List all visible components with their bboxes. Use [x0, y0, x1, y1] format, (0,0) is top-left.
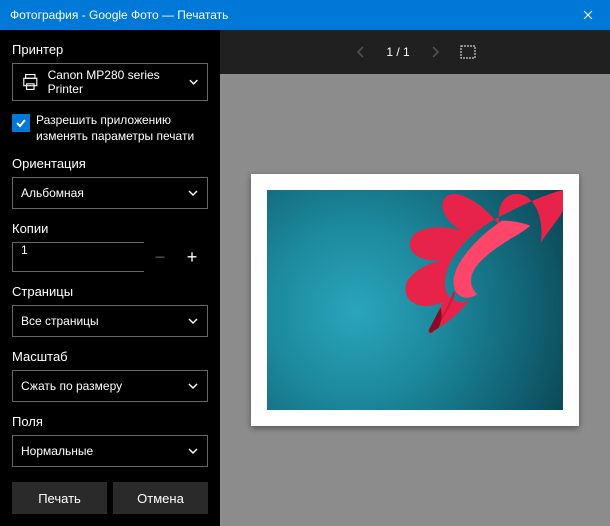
pages-dropdown[interactable]: Все страницы — [12, 305, 208, 337]
fit-icon — [460, 45, 476, 59]
orientation-label: Ориентация — [12, 156, 208, 171]
copies-decrement[interactable]: − — [144, 242, 176, 272]
printer-group: Принтер Canon MP280 series Printer — [12, 42, 208, 101]
page-indicator: 1 / 1 — [386, 45, 409, 59]
arrow-left-icon — [354, 45, 368, 59]
next-page-button[interactable] — [428, 45, 442, 59]
controls-area: Принтер Canon MP280 series Printer Разре… — [12, 42, 208, 470]
photo-preview — [267, 190, 563, 410]
allow-app-label: Разрешить приложению изменять параметры … — [36, 113, 208, 144]
copies-increment[interactable]: + — [176, 242, 208, 272]
scale-group: Масштаб Сжать по размеру — [12, 349, 208, 402]
pages-group: Страницы Все страницы — [12, 284, 208, 337]
orientation-group: Ориентация Альбомная — [12, 156, 208, 209]
margins-label: Поля — [12, 414, 208, 429]
chevron-down-icon — [187, 187, 199, 199]
printer-icon — [21, 72, 40, 92]
print-button[interactable]: Печать — [12, 482, 107, 514]
printer-dropdown[interactable]: Canon MP280 series Printer — [12, 63, 208, 101]
orientation-dropdown[interactable]: Альбомная — [12, 177, 208, 209]
close-button[interactable] — [565, 0, 610, 30]
chevron-down-icon — [188, 76, 199, 88]
main-layout: Принтер Canon MP280 series Printer Разре… — [0, 30, 610, 526]
margins-dropdown[interactable]: Нормальные — [12, 435, 208, 467]
checkmark-icon — [15, 117, 27, 129]
chevron-down-icon — [187, 315, 199, 327]
chevron-down-icon — [187, 445, 199, 457]
allow-app-checkbox-row[interactable]: Разрешить приложению изменять параметры … — [12, 113, 208, 144]
close-icon — [583, 10, 593, 20]
fit-to-page-button[interactable] — [460, 45, 476, 59]
copies-group: Копии 1 − + — [12, 221, 208, 272]
orientation-value: Альбомная — [21, 186, 84, 200]
page-preview — [251, 174, 579, 426]
preview-panel: 1 / 1 — [220, 30, 610, 526]
margins-group: Поля Нормальные — [12, 414, 208, 467]
footer-buttons: Печать Отмена — [12, 470, 208, 526]
cancel-button[interactable]: Отмена — [113, 482, 208, 514]
copies-label: Копии — [12, 221, 208, 236]
preview-toolbar: 1 / 1 — [220, 30, 610, 74]
chevron-down-icon — [187, 380, 199, 392]
scale-dropdown[interactable]: Сжать по размеру — [12, 370, 208, 402]
copies-input[interactable]: 1 — [12, 242, 144, 272]
arrow-right-icon — [428, 45, 442, 59]
titlebar: Фотография - Google Фото — Печатать — [0, 0, 610, 30]
scale-label: Масштаб — [12, 349, 208, 364]
prev-page-button[interactable] — [354, 45, 368, 59]
copies-spinner: 1 − + — [12, 242, 208, 272]
sidebar: Принтер Canon MP280 series Printer Разре… — [0, 30, 220, 526]
pages-value: Все страницы — [21, 314, 99, 328]
allow-app-checkbox[interactable] — [12, 114, 30, 132]
printer-value: Canon MP280 series Printer — [48, 68, 188, 96]
printer-label: Принтер — [12, 42, 208, 57]
window-title: Фотография - Google Фото — Печатать — [10, 8, 565, 22]
scale-value: Сжать по размеру — [21, 379, 122, 393]
margins-value: Нормальные — [21, 444, 93, 458]
pages-label: Страницы — [12, 284, 208, 299]
flower-image — [356, 190, 563, 333]
preview-area — [220, 74, 610, 526]
